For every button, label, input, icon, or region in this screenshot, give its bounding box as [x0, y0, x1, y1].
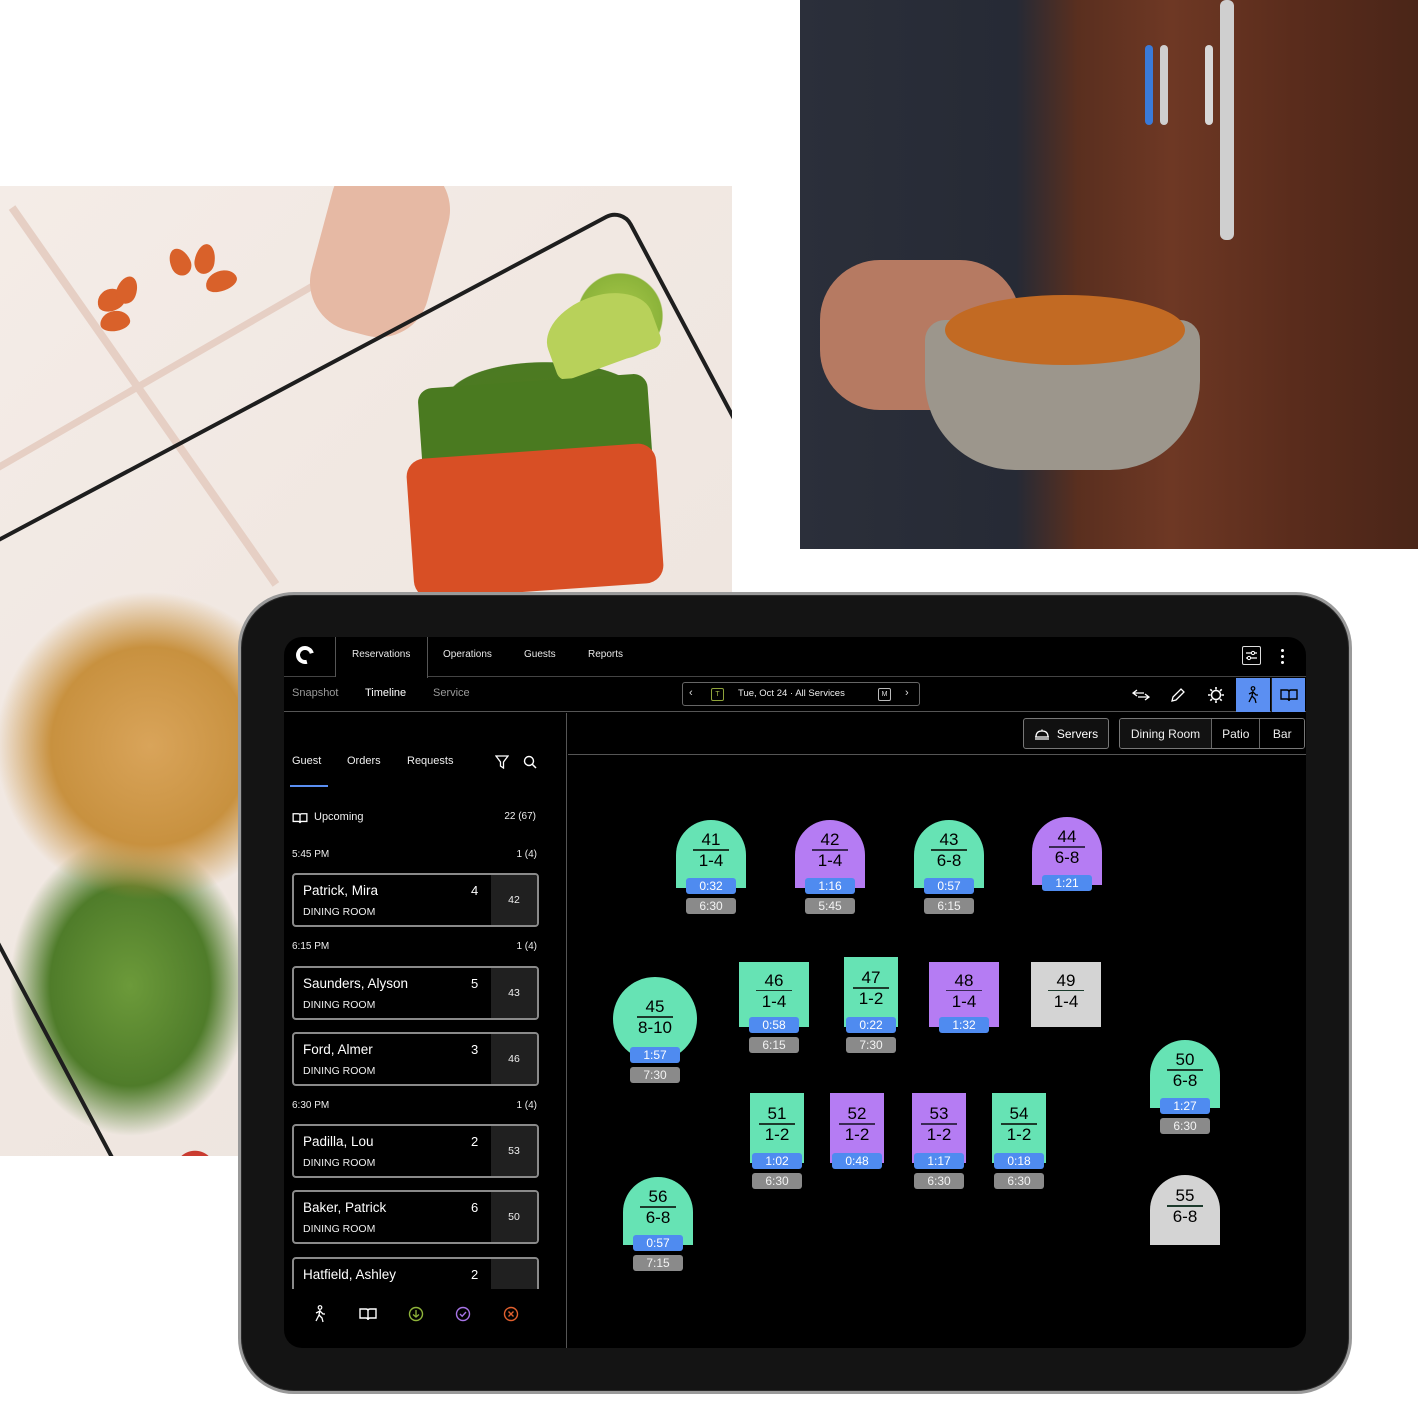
pen: [1160, 45, 1168, 125]
seated-timer-badge: 0:48: [832, 1153, 882, 1169]
reservation-time-badge: 7:15: [633, 1255, 683, 1271]
pen: [1205, 45, 1213, 125]
seated-timer-badge: 1:21: [1042, 875, 1092, 891]
seated-timer-badge: 1:27: [1160, 1098, 1210, 1114]
table-capacity: 6-8: [1054, 848, 1080, 867]
seated-timer-badge: 1:16: [805, 878, 855, 894]
table-capacity: 1-2: [1006, 1125, 1032, 1144]
table-capacity: 6-8: [1172, 1207, 1198, 1226]
table-50[interactable]: 50 6-8 1:27 6:30: [1150, 1040, 1220, 1134]
seated-timer-badge: 1:02: [752, 1153, 802, 1169]
apron-strap: [1220, 0, 1234, 240]
table-number: 54: [1009, 1104, 1029, 1123]
reservation-time-badge: 7:30: [846, 1037, 896, 1053]
table-number: 50: [1175, 1050, 1195, 1069]
seated-timer-badge: 0:32: [686, 878, 736, 894]
seated-timer-badge: 0:57: [633, 1235, 683, 1251]
reservation-time-badge: 6:15: [924, 898, 974, 914]
table-capacity: 1-4: [698, 851, 724, 870]
table-capacity: 1-4: [817, 851, 843, 870]
table-53[interactable]: 53 1-2 1:17 6:30: [912, 1093, 966, 1189]
table-number: 47: [861, 968, 881, 987]
table-capacity: 6-8: [645, 1208, 671, 1227]
floor-plan: 41 1-4 0:32 6:30 42 1-4 1:16 5:45 43 6-8 0:57 6:15 4…: [284, 637, 1306, 1348]
table-number: 51: [767, 1104, 787, 1123]
bowl-food: [945, 295, 1185, 365]
table-number: 56: [648, 1187, 668, 1206]
table-42[interactable]: 42 1-4 1:16 5:45: [795, 820, 865, 914]
reservation-time-badge: 6:30: [994, 1173, 1044, 1189]
red-sauce: [405, 442, 665, 600]
table-number: 42: [820, 830, 840, 849]
table-capacity: 1-2: [926, 1125, 952, 1144]
pen: [1145, 45, 1153, 125]
reservation-time-badge: 6:30: [914, 1173, 964, 1189]
table-number: 55: [1175, 1186, 1195, 1205]
reservation-time-badge: 6:30: [1160, 1118, 1210, 1134]
table-capacity: 1-4: [761, 991, 787, 1011]
table-49[interactable]: 49 1-4: [1031, 962, 1101, 1027]
table-52[interactable]: 52 1-2 0:48: [830, 1093, 884, 1169]
table-number: 52: [847, 1104, 867, 1123]
table-capacity: 1-4: [1053, 991, 1079, 1011]
table-capacity: 1-2: [858, 989, 884, 1008]
table-number: 41: [701, 830, 721, 849]
table-number: 46: [764, 970, 784, 990]
table-capacity: 6-8: [936, 851, 962, 870]
reservation-time-badge: 6:15: [749, 1037, 799, 1053]
table-number: 45: [645, 997, 665, 1016]
table-number: 48: [954, 970, 974, 990]
fraction-line: [756, 989, 792, 991]
seated-timer-badge: 1:57: [630, 1047, 680, 1063]
seated-timer-badge: 1:32: [939, 1017, 989, 1033]
table-43[interactable]: 43 6-8 0:57 6:15: [914, 820, 984, 914]
table-44[interactable]: 44 6-8 1:21: [1032, 817, 1102, 891]
table-number: 49: [1056, 970, 1076, 990]
fraction-line: [1048, 989, 1084, 991]
seated-timer-badge: 1:17: [914, 1153, 964, 1169]
tile-petal: [98, 308, 132, 334]
table-capacity: 1-2: [844, 1125, 870, 1144]
table-48[interactable]: 48 1-4 1:32: [929, 962, 999, 1033]
table-51[interactable]: 51 1-2 1:02 6:30: [750, 1093, 804, 1189]
table-56[interactable]: 56 6-8 0:57 7:15: [623, 1177, 693, 1271]
reservation-time-badge: 7:30: [630, 1067, 680, 1083]
table-capacity: 1-4: [951, 991, 977, 1011]
tile-petal: [165, 245, 195, 279]
tile-petal: [192, 242, 218, 276]
app-screen: Reservations Operations Guests Reports S…: [284, 637, 1306, 1348]
table-46[interactable]: 46 1-4 0:58 6:15: [739, 962, 809, 1053]
seated-timer-badge: 0:22: [846, 1017, 896, 1033]
table-number: 53: [929, 1104, 949, 1123]
reservation-time-badge: 5:45: [805, 898, 855, 914]
reservation-time-badge: 6:30: [752, 1173, 802, 1189]
fraction-line: [946, 989, 982, 991]
seated-timer-badge: 0:58: [749, 1017, 799, 1033]
table-47[interactable]: 47 1-2 0:22 7:30: [844, 957, 898, 1053]
table-55[interactable]: 55 6-8: [1150, 1175, 1220, 1245]
table-number: 43: [939, 830, 959, 849]
table-54[interactable]: 54 1-2 0:18 6:30: [992, 1093, 1046, 1189]
reservation-time-badge: 6:30: [686, 898, 736, 914]
table-capacity: 8-10: [637, 1018, 673, 1037]
seated-timer-badge: 0:57: [924, 878, 974, 894]
table-capacity: 6-8: [1172, 1071, 1198, 1090]
table-45[interactable]: 45 8-10 1:57 7:30: [613, 977, 697, 1083]
table-capacity: 1-2: [764, 1125, 790, 1144]
chef-photo: [800, 0, 1418, 549]
seated-timer-badge: 0:18: [994, 1153, 1044, 1169]
table-41[interactable]: 41 1-4 0:32 6:30: [676, 820, 746, 914]
table-number: 44: [1057, 827, 1077, 846]
